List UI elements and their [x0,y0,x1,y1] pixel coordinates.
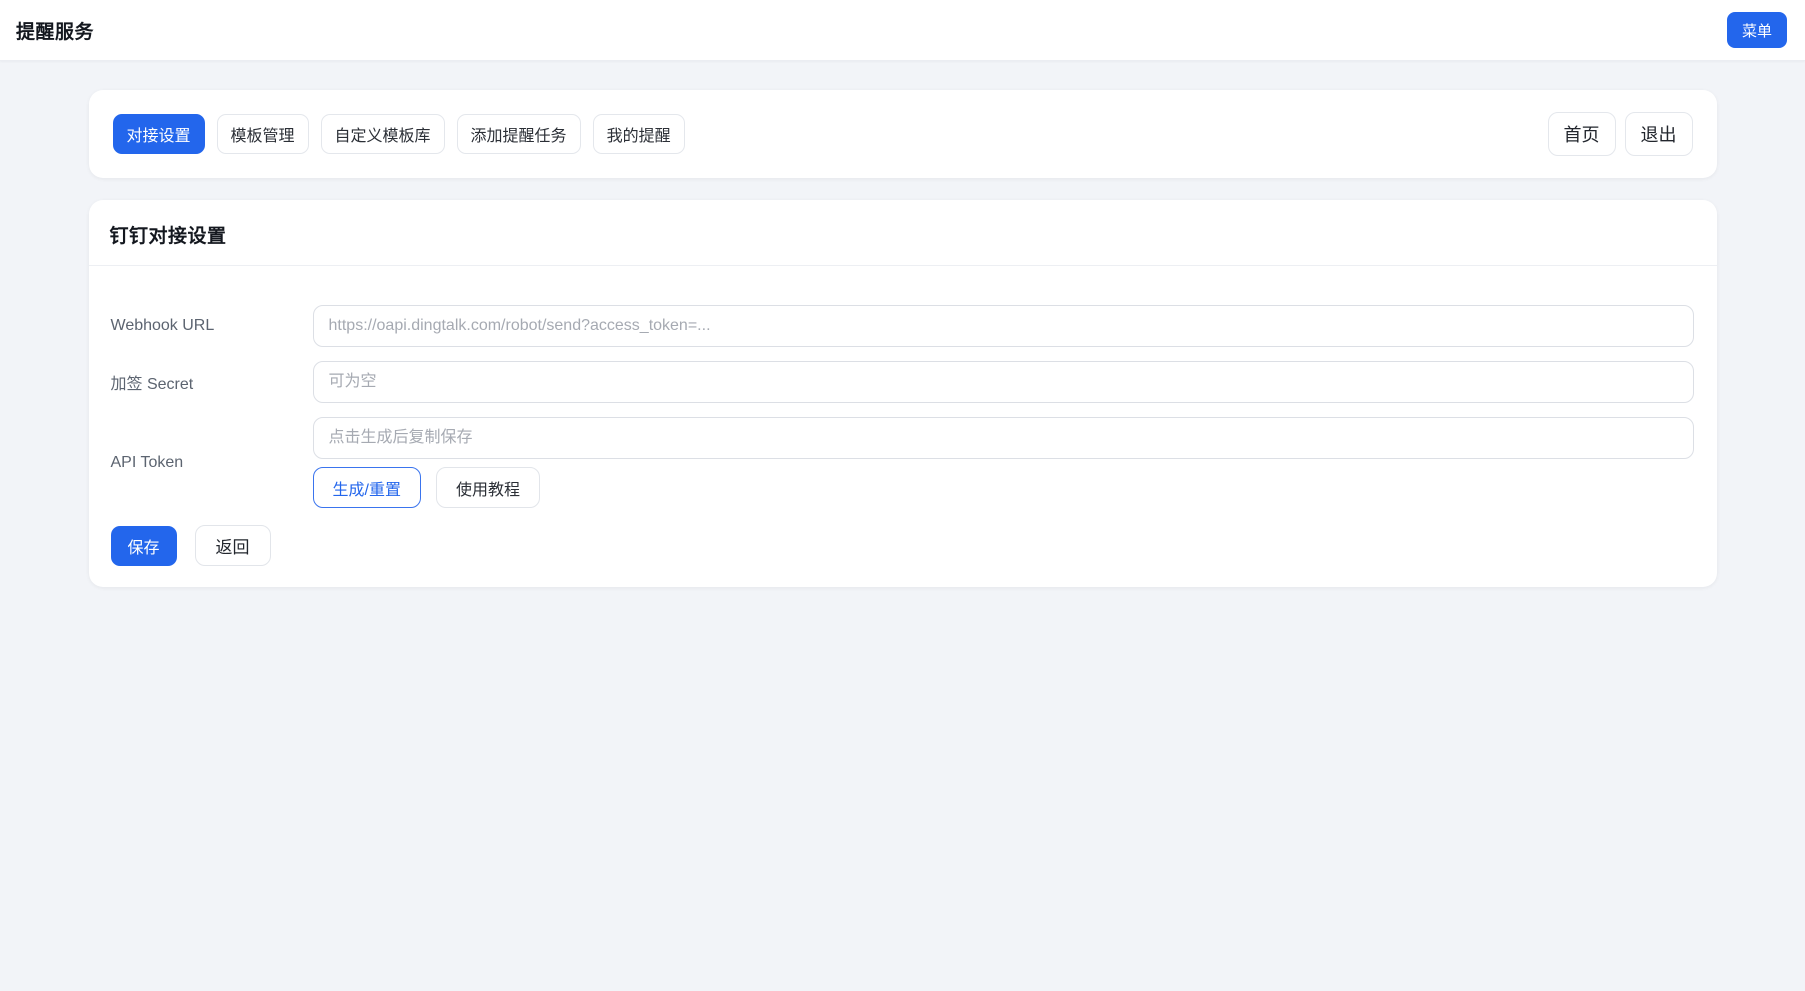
secret-row: 加签 Secret [111,361,1694,403]
nav-right-actions: 首页 退出 [1547,112,1693,156]
settings-card-title: 钉钉对接设置 [109,226,227,247]
api-token-row: API Token 生成/重置 使用教程 [111,417,1694,508]
api-token-label: API Token [110,453,184,471]
dingtalk-settings-card: 钉钉对接设置 Webhook URL 加签 Secret API Token 生… [88,200,1717,587]
app-title: 提醒服务 [16,21,95,43]
api-token-buttons: 生成/重置 使用教程 [312,467,1694,508]
tutorial-button[interactable]: 使用教程 [435,467,540,508]
nav-tabs: 对接设置 模板管理 自定义模板库 添加提醒任务 我的提醒 [112,114,685,154]
settings-card-header: 钉钉对接设置 [88,200,1717,266]
tab-connection-settings[interactable]: 对接设置 [112,114,205,154]
tab-add-reminder-task[interactable]: 添加提醒任务 [456,114,581,154]
secret-input[interactable] [312,361,1694,403]
topbar: 提醒服务 菜单 [0,0,1805,61]
form-actions: 保存 返回 [110,525,1694,566]
generate-reset-button[interactable]: 生成/重置 [312,467,421,508]
webhook-url-input[interactable] [312,305,1694,347]
back-button[interactable]: 返回 [194,525,271,566]
settings-form: Webhook URL 加签 Secret API Token 生成/重置 使用… [89,266,1717,587]
page-container: 对接设置 模板管理 自定义模板库 添加提醒任务 我的提醒 首页 退出 钉钉对接设… [88,90,1717,587]
menu-button[interactable]: 菜单 [1727,12,1787,48]
nav-card: 对接设置 模板管理 自定义模板库 添加提醒任务 我的提醒 首页 退出 [88,90,1717,178]
api-token-field-stack: 生成/重置 使用教程 [312,417,1694,508]
logout-button[interactable]: 退出 [1624,112,1693,156]
tab-my-reminders[interactable]: 我的提醒 [592,114,685,154]
home-button[interactable]: 首页 [1547,112,1616,156]
tab-custom-template-library[interactable]: 自定义模板库 [320,114,445,154]
webhook-url-row: Webhook URL [111,305,1694,347]
api-token-input[interactable] [312,417,1694,459]
secret-label: 加签 Secret [110,376,194,393]
tab-template-management[interactable]: 模板管理 [216,114,309,154]
api-token-input-wrap [312,417,1694,459]
save-button[interactable]: 保存 [110,525,177,566]
webhook-url-label: Webhook URL [110,317,215,334]
